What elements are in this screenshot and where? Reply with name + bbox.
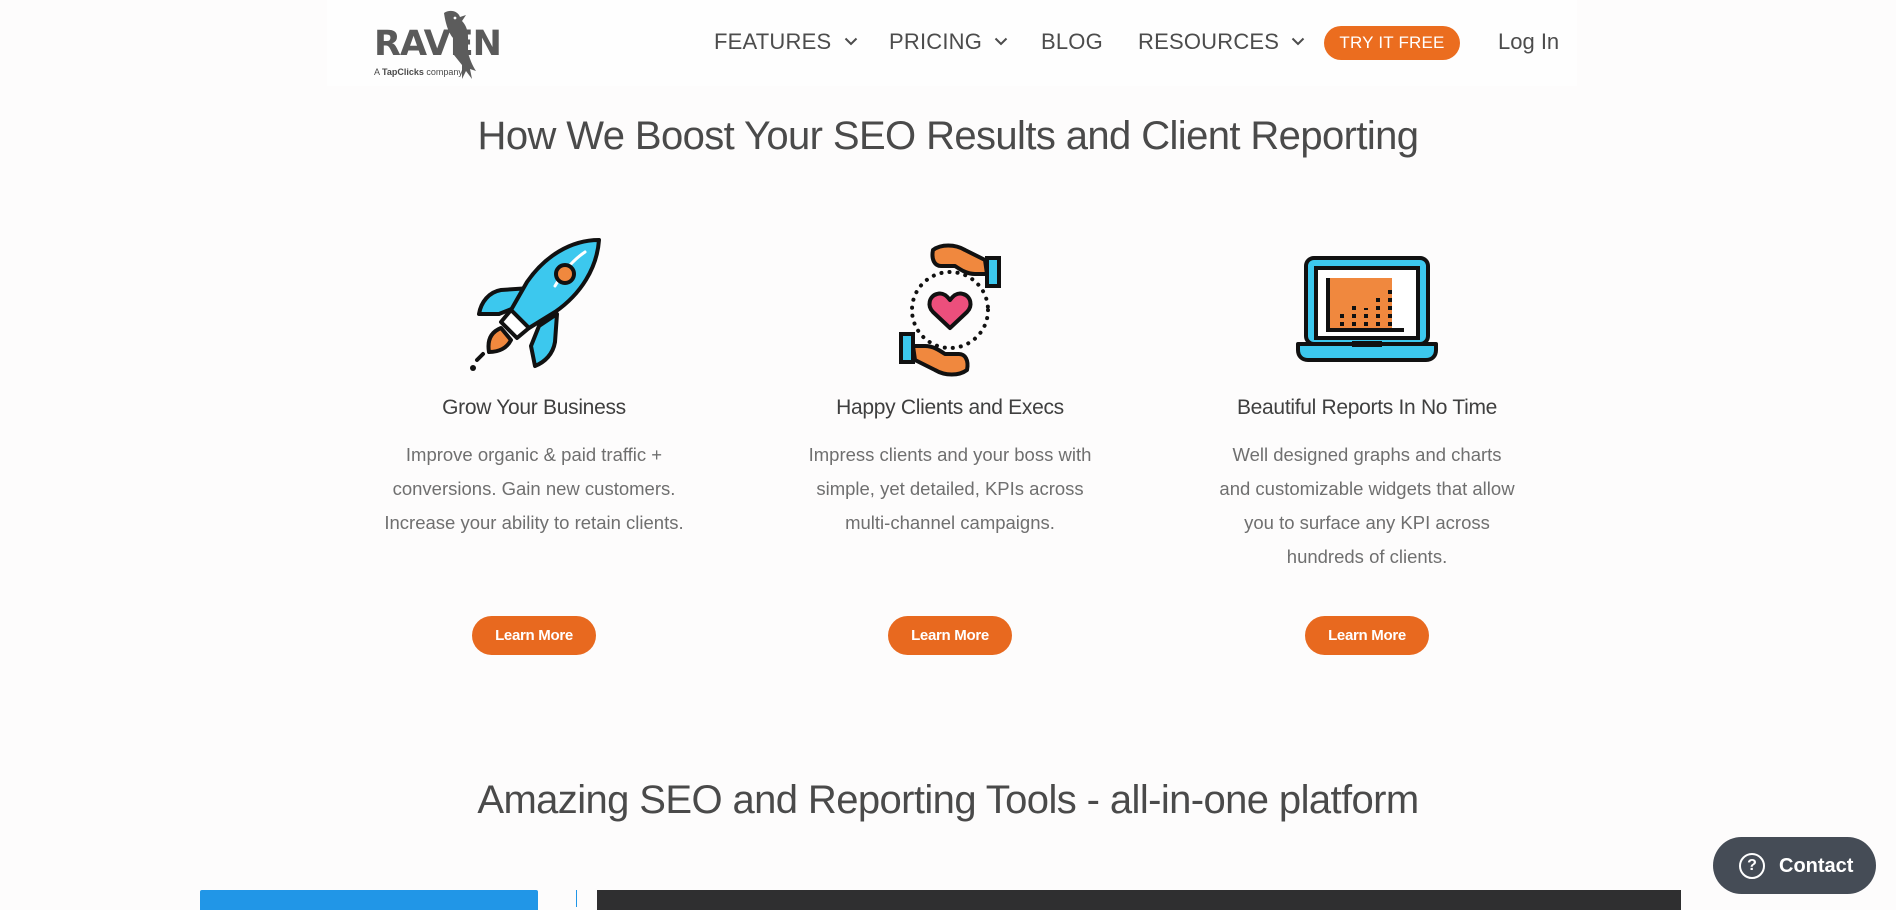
chevron-down-icon xyxy=(1292,37,1305,46)
chevron-down-icon xyxy=(844,37,857,46)
learn-more-button[interactable]: Learn More xyxy=(472,616,596,655)
feature-description: Impress clients and your boss with simpl… xyxy=(808,444,1092,533)
feature-card-clients: Happy Clients and Execs Impress clients … xyxy=(790,230,1110,655)
tools-divider xyxy=(576,890,577,907)
nav-item-pricing[interactable]: PRICING xyxy=(889,29,1008,55)
feature-title: Grow Your Business xyxy=(442,396,626,419)
tools-tab-active[interactable] xyxy=(200,890,538,910)
nav-item-label: RESOURCES xyxy=(1138,29,1280,54)
site-header: RAVEN A TapClicks company FEATURES PRICI… xyxy=(327,0,1577,86)
nav-item-label: PRICING xyxy=(889,29,983,54)
nav-item-label: FEATURES xyxy=(714,29,832,54)
feature-title: Happy Clients and Execs xyxy=(836,396,1064,419)
feature-card-reports: Beautiful Reports In No Time Well design… xyxy=(1207,230,1527,655)
hands-heart-icon xyxy=(899,243,1001,377)
main-nav: FEATURES PRICING BLOG RESOURCES TRY IT F… xyxy=(327,0,1577,86)
tools-preview-panel xyxy=(597,890,1681,910)
feature-title: Beautiful Reports In No Time xyxy=(1236,396,1498,419)
section-title-boost: How We Boost Your SEO Results and Client… xyxy=(477,114,1419,158)
nav-item-features[interactable]: FEATURES xyxy=(714,29,858,55)
learn-more-button[interactable]: Learn More xyxy=(888,616,1012,655)
help-question-icon: ? xyxy=(1739,853,1765,879)
feature-description: Improve organic & paid traffic + convers… xyxy=(384,444,684,533)
contact-label: Contact xyxy=(1779,855,1854,877)
rocket-icon xyxy=(470,238,601,371)
log-in-link[interactable]: Log In xyxy=(1498,29,1559,55)
section-title-tools: Amazing SEO and Reporting Tools - all-in… xyxy=(477,778,1419,822)
nav-item-blog[interactable]: BLOG xyxy=(1041,29,1103,55)
nav-item-resources[interactable]: RESOURCES xyxy=(1138,29,1305,55)
learn-more-button[interactable]: Learn More xyxy=(1305,616,1429,655)
laptop-chart-icon xyxy=(1296,256,1438,362)
try-it-free-button[interactable]: TRY IT FREE xyxy=(1324,26,1460,60)
nav-item-label: BLOG xyxy=(1041,29,1103,54)
feature-card-grow: Grow Your Business Improve organic & pai… xyxy=(374,230,694,655)
feature-description: Well designed graphs and charts and cust… xyxy=(1219,444,1515,567)
chevron-down-icon xyxy=(995,37,1008,46)
contact-button[interactable]: ? Contact xyxy=(1713,837,1876,894)
